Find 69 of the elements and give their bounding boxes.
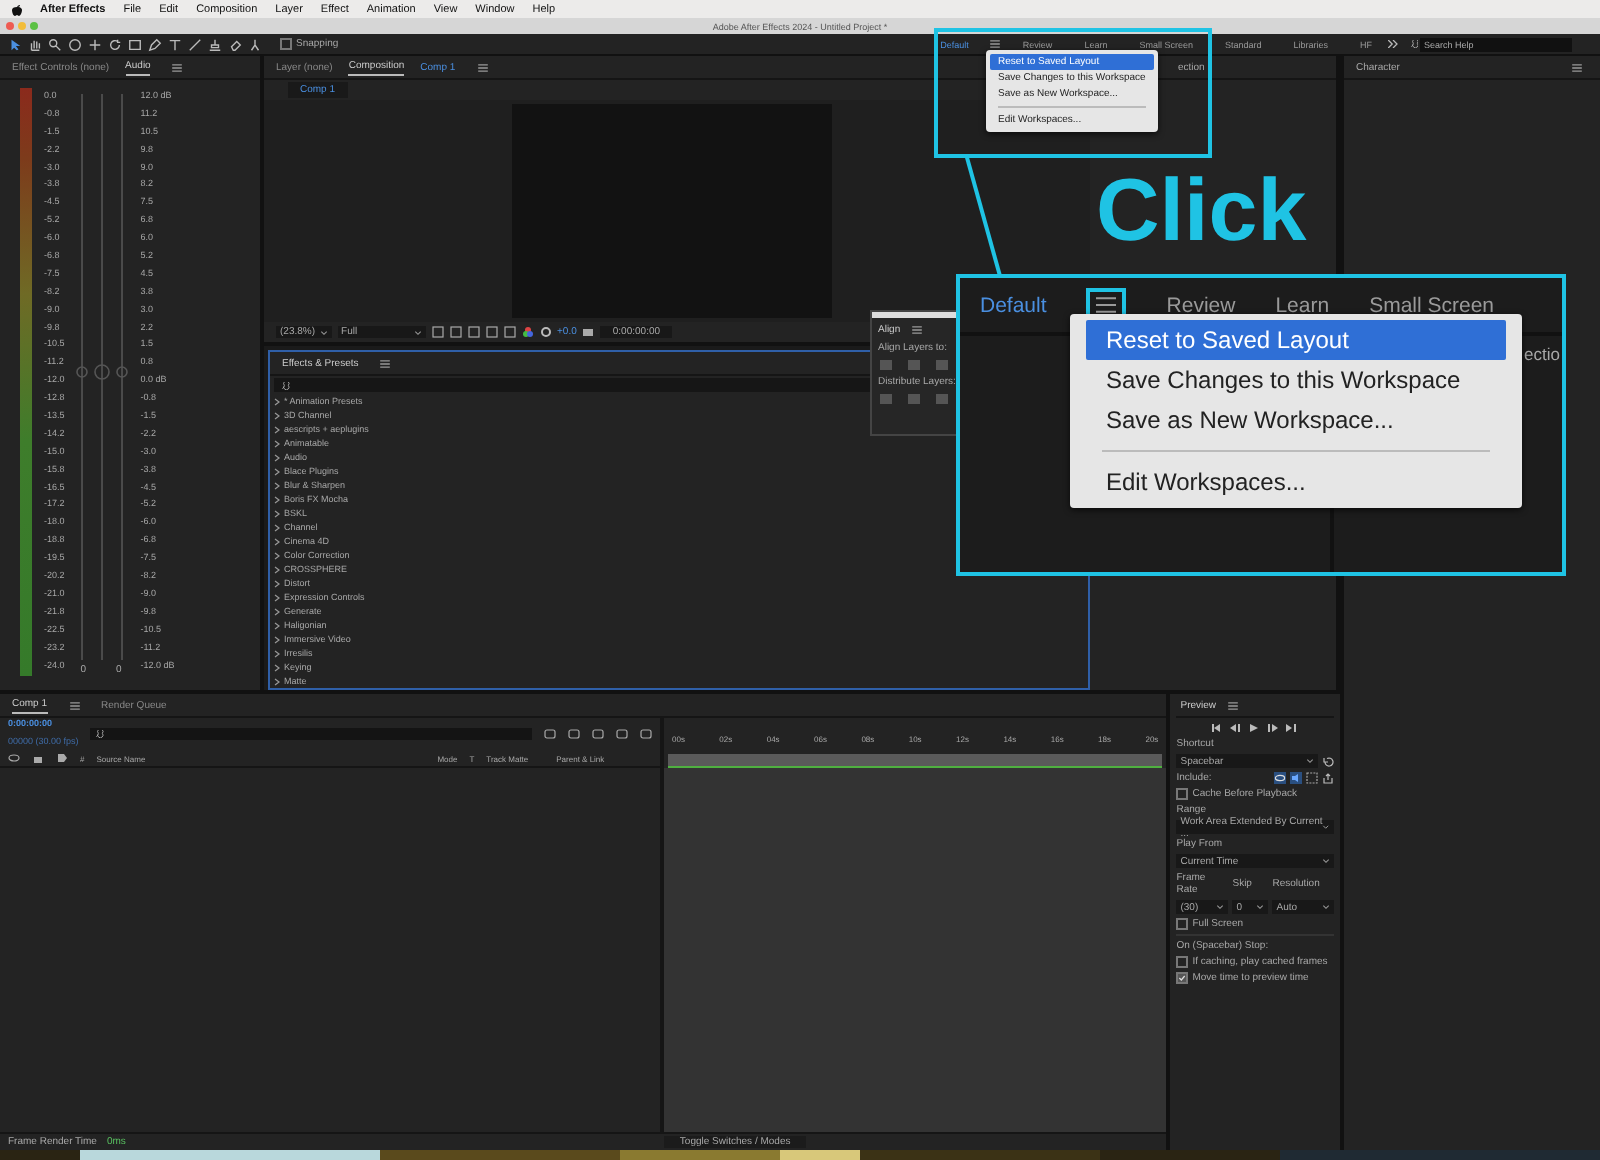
gear-icon[interactable] bbox=[539, 326, 552, 338]
caret-icon bbox=[413, 329, 422, 335]
brush-icon[interactable] bbox=[188, 37, 202, 51]
checkbox[interactable] bbox=[1176, 918, 1189, 930]
region-icon[interactable] bbox=[485, 326, 498, 338]
caret-icon bbox=[1322, 858, 1330, 864]
speaker-icon[interactable] bbox=[1290, 772, 1302, 784]
reset-icon[interactable] bbox=[1322, 755, 1334, 767]
type-icon[interactable] bbox=[168, 37, 182, 51]
checkbox[interactable] bbox=[280, 38, 292, 50]
checkbox[interactable] bbox=[1176, 972, 1189, 984]
workspace-tab[interactable]: Small Screen bbox=[1369, 293, 1495, 317]
label-icon[interactable] bbox=[56, 752, 68, 764]
shy-icon[interactable] bbox=[568, 728, 580, 740]
mask-icon[interactable] bbox=[467, 326, 480, 338]
menu-icon[interactable] bbox=[172, 63, 183, 71]
playback-controls-drawing[interactable] bbox=[1210, 722, 1301, 734]
overflow-icon[interactable] bbox=[1388, 40, 1398, 48]
workspace-tab[interactable]: Review bbox=[1166, 293, 1236, 317]
orbit-icon[interactable] bbox=[68, 37, 82, 51]
menu-icon[interactable] bbox=[1228, 701, 1239, 709]
motion-blur-icon[interactable] bbox=[616, 728, 628, 740]
caret-icon bbox=[1216, 904, 1225, 910]
move-icon[interactable] bbox=[88, 37, 102, 51]
menu-icon[interactable] bbox=[912, 326, 923, 334]
caret-icon bbox=[1306, 758, 1314, 764]
pointer-icon[interactable] bbox=[8, 37, 22, 51]
graph-icon[interactable] bbox=[544, 728, 556, 740]
frame-blend-icon[interactable] bbox=[592, 728, 604, 740]
search-field[interactable] bbox=[90, 728, 532, 740]
color-icon[interactable] bbox=[521, 326, 534, 338]
work-area-bar[interactable] bbox=[668, 754, 1163, 768]
checkbox[interactable] bbox=[1176, 956, 1189, 968]
puppet-icon[interactable] bbox=[248, 37, 262, 51]
panel-title: ectio bbox=[1524, 344, 1560, 364]
camera-icon[interactable] bbox=[582, 326, 595, 338]
overlay-icon[interactable] bbox=[1306, 772, 1318, 784]
menu-item[interactable]: Reset to Saved Layout bbox=[1086, 320, 1506, 360]
menu-icon[interactable] bbox=[380, 359, 391, 367]
menu-icon[interactable] bbox=[477, 63, 488, 71]
export-icon[interactable] bbox=[1322, 772, 1334, 784]
rectangle-icon[interactable] bbox=[128, 37, 142, 51]
eye-icon[interactable] bbox=[8, 752, 20, 764]
lock-icon[interactable] bbox=[32, 752, 44, 764]
caret-icon bbox=[319, 329, 328, 335]
rotate-icon[interactable] bbox=[108, 37, 122, 51]
menu-item[interactable]: Save as New Workspace... bbox=[1086, 400, 1506, 440]
click-caption: Click bbox=[1096, 168, 1307, 256]
caret-icon bbox=[1322, 824, 1330, 830]
transparency-icon[interactable] bbox=[449, 326, 462, 338]
menu-icon[interactable] bbox=[69, 701, 80, 709]
menu-item[interactable]: Edit Workspaces... bbox=[1086, 462, 1506, 502]
guides-icon[interactable] bbox=[503, 326, 516, 338]
checkbox[interactable] bbox=[1176, 788, 1189, 800]
editor-icon[interactable] bbox=[640, 728, 652, 740]
caret-icon bbox=[1256, 904, 1265, 910]
stamp-icon[interactable] bbox=[208, 37, 222, 51]
grid-icon[interactable] bbox=[431, 326, 444, 338]
hand-icon[interactable] bbox=[28, 37, 42, 51]
pen-icon[interactable] bbox=[148, 37, 162, 51]
workspace-tab[interactable]: Learn bbox=[1275, 293, 1330, 317]
menu-icon bbox=[1096, 296, 1117, 314]
apple-icon[interactable] bbox=[12, 3, 22, 15]
menu-icon[interactable] bbox=[1572, 63, 1582, 71]
eraser-icon[interactable] bbox=[228, 37, 242, 51]
menu-item[interactable]: Save Changes to this Workspace bbox=[1086, 360, 1506, 400]
caret-icon bbox=[1322, 904, 1330, 910]
workspace-tab[interactable]: Default bbox=[980, 293, 1047, 317]
menu-icon[interactable] bbox=[990, 40, 1001, 48]
